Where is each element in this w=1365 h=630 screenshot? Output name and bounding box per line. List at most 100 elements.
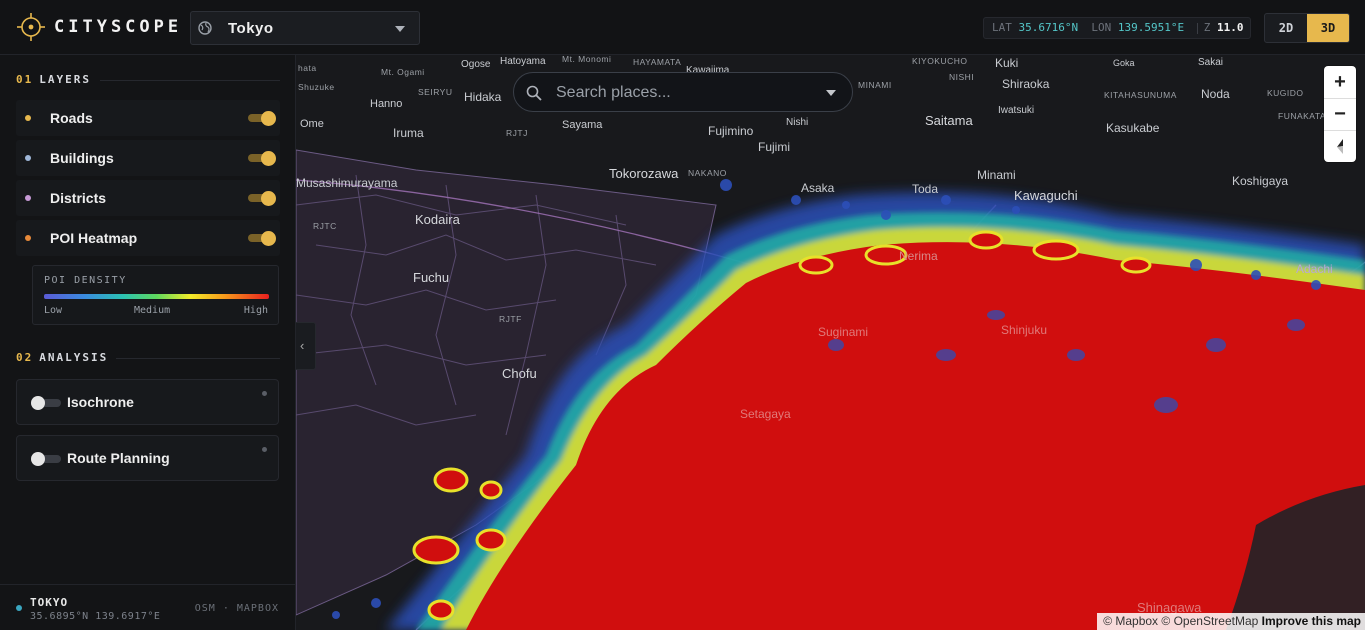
lon-value: 139.5951°E [1117,21,1185,34]
poi-density-legend: POI DENSITY Low Medium High [32,265,279,325]
divider [100,80,280,81]
layer-toggle-districts[interactable] [248,191,276,206]
place-label: HAYAMATA [633,57,682,67]
chevron-down-icon [395,26,405,32]
route-planning-toggle[interactable] [31,452,61,466]
compass-icon [1337,139,1343,154]
place-label: Saitama [925,113,973,128]
search-input[interactable]: Search places... [556,84,671,102]
compass-button[interactable] [1324,130,1356,162]
chevron-left-icon: ‹ [300,338,305,353]
place-label: Shuzuke [298,82,335,92]
legend-high-label: High [243,305,268,316]
layer-color-dot [25,115,31,121]
place-label: SEIRYU [418,87,453,97]
isochrone-toggle[interactable] [31,396,61,410]
layer-row-districts[interactable]: Districts [16,180,280,216]
section-label: LAYERS [39,73,91,86]
coordinate-readout: LAT 35.6716°N LON 139.5951°E Z 11.0 [983,17,1251,39]
map-canvas[interactable]: hata Mt. Ogami Ogose Hatoyama Mt. Monomi… [296,55,1365,630]
view-mode-toggle: 2D 3D [1264,13,1350,43]
city-select[interactable]: Tokyo [190,11,420,45]
layer-label: Roads [50,110,93,126]
place-label: Goka [1113,58,1135,68]
crosshair-logo-icon [17,13,45,41]
place-label: Musashimurayama [296,176,398,190]
place-label: Iwatsuki [998,105,1035,116]
analysis-label: Isochrone [67,394,134,410]
divider [1196,22,1198,34]
place-label: Hidaka [464,90,502,104]
place-search[interactable]: Search places... [513,72,853,112]
chevron-down-icon[interactable] [826,90,836,96]
sidebar-collapse-button[interactable]: ‹ [296,322,316,370]
place-label: Iruma [393,126,424,140]
osm-attribution-link[interactable]: © OpenStreetMap [1161,614,1258,628]
footer-city: TOKYO [30,596,69,609]
improve-map-link[interactable]: Improve this map [1262,614,1361,628]
place-label: MINAMI [858,80,892,90]
place-label: Toda [912,182,939,196]
place-label: NAKANO [688,168,727,178]
place-label: Tokorozawa [609,166,679,181]
place-label: Kodaira [415,212,460,227]
divider [116,358,280,359]
footer-latlon: 35.6895°N 139.6917°E [30,611,161,622]
place-label: Kasukabe [1106,121,1160,135]
sidebar: 01 LAYERS Roads Buildings Districts POI H… [0,55,296,630]
legend-gradient-bar [44,294,269,299]
layer-color-dot [25,195,31,201]
footer-sources: OSM · MAPBOX [194,603,279,614]
place-label: Adachi [1296,262,1333,276]
place-label: Sakai [1198,57,1224,68]
place-label: hata [298,63,317,73]
layer-row-poi-heatmap[interactable]: POI Heatmap [16,220,280,256]
view-3d-button[interactable]: 3D [1307,14,1349,42]
zoom-in-button[interactable]: + [1324,66,1356,99]
place-label: KITAHASUNUMA [1104,90,1177,100]
layer-color-dot [25,235,31,241]
place-label: Nerima [899,249,938,263]
place-label: Kawaguchi [1014,188,1078,203]
info-dot-icon[interactable] [262,447,267,452]
legend-low-label: Low [44,305,63,316]
place-label: Kuki [995,56,1019,70]
sidebar-footer: TOKYO 35.6895°N 139.6917°E OSM · MAPBOX [0,584,295,630]
layer-row-buildings[interactable]: Buildings [16,140,280,176]
analysis-card-isochrone[interactable]: Isochrone [16,379,279,425]
layer-toggle-poi-heatmap[interactable] [248,231,276,246]
view-2d-button[interactable]: 2D [1265,14,1307,42]
zoom-out-button[interactable]: − [1324,98,1356,131]
place-label: Nishi [786,117,809,128]
layers-section-title: 01 LAYERS [16,73,91,86]
section-label: ANALYSIS [39,351,109,364]
analysis-card-route-planning[interactable]: Route Planning [16,435,279,481]
search-icon [526,85,542,101]
lat-value: 35.6716°N [1018,21,1079,34]
place-label: Setagaya [740,407,791,421]
place-label: Noda [1201,87,1230,101]
place-label: Ome [300,118,324,130]
place-label: RJTJ [506,128,528,138]
section-number: 02 [16,351,34,364]
place-label: Ogose [461,59,491,70]
zoom-controls: + − [1324,66,1356,162]
layer-label: Buildings [50,150,114,166]
place-label: Fujimi [758,140,790,154]
place-label: Suginami [818,325,869,339]
info-dot-icon[interactable] [262,391,267,396]
section-number: 01 [16,73,34,86]
city-select-value: Tokyo [228,20,274,37]
mapbox-attribution-link[interactable]: © Mapbox [1103,614,1158,628]
layer-toggle-roads[interactable] [248,111,276,126]
place-label: Shiraoka [1002,77,1050,91]
zoom-label: Z [1203,21,1211,34]
app-header: CITYSCOPE Tokyo LAT 35.6716°N LON 139.59… [0,0,1365,55]
analysis-label: Route Planning [67,450,170,466]
lat-label: LAT [992,21,1012,34]
place-label: Sayama [562,119,603,131]
place-label: KUGIDO [1267,88,1304,98]
layer-row-roads[interactable]: Roads [16,100,280,136]
layer-toggle-buildings[interactable] [248,151,276,166]
globe-icon [198,21,212,35]
